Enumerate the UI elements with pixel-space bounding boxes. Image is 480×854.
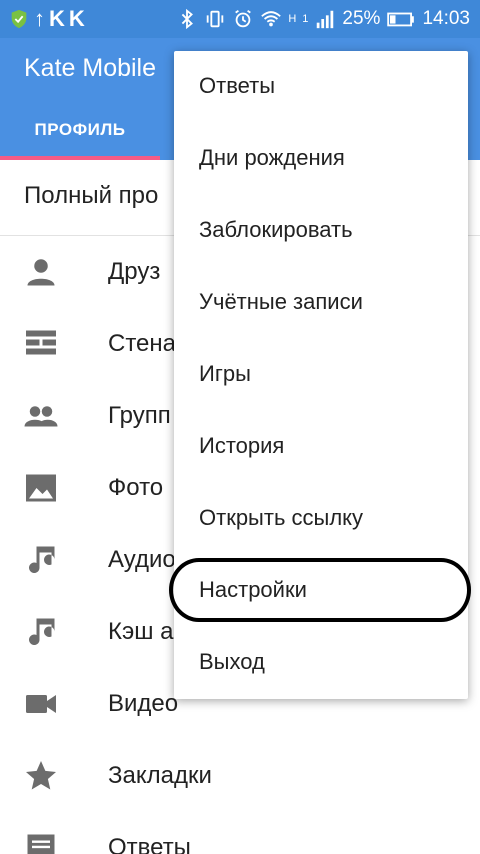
list-item-bookmarks[interactable]: Закладки <box>0 740 480 812</box>
status-bar: ↑ K K H 1 25% 14:03 <box>0 0 480 38</box>
menu-item-exit[interactable]: Выход <box>174 627 468 699</box>
list-item-label: Друз <box>108 258 161 285</box>
wall-icon <box>23 326 59 362</box>
list-item-replies[interactable]: Ответы <box>0 812 480 854</box>
photo-icon <box>23 470 59 506</box>
status-left: ↑ K K <box>8 6 85 32</box>
menu-item-label: Открыть ссылку <box>199 505 364 530</box>
network-type: H <box>288 13 297 25</box>
battery-percent: 25% <box>342 8 381 29</box>
profile-title: Полный про <box>24 182 159 209</box>
person-icon <box>23 254 59 290</box>
tab-profile[interactable]: ПРОФИЛЬ <box>0 108 160 160</box>
music-icon <box>23 542 59 578</box>
menu-item-label: Учётные записи <box>199 289 363 314</box>
list-item-label: Закладки <box>108 762 212 789</box>
kate-icon-2: K <box>68 6 85 31</box>
list-item-label: Видео <box>108 690 179 717</box>
menu-item-games[interactable]: Игры <box>174 339 468 411</box>
music-icon <box>23 614 59 650</box>
overflow-menu: Ответы Дни рождения Заблокировать Учётны… <box>174 51 468 699</box>
group-icon <box>23 398 59 434</box>
sim-slot: 1 <box>302 13 309 25</box>
menu-item-label: Дни рождения <box>199 145 345 170</box>
tab-profile-label: ПРОФИЛЬ <box>34 120 126 139</box>
menu-item-label: Выход <box>199 649 265 674</box>
list-item-label: Фото <box>108 474 164 501</box>
signal-icon <box>317 10 334 29</box>
app-title: Kate Mobile <box>24 54 157 82</box>
list-item-label: Стена <box>108 330 177 357</box>
menu-item-label: Настройки <box>199 577 307 602</box>
list-item-label: Групп <box>108 402 171 429</box>
bluetooth-icon <box>182 8 194 30</box>
menu-item-replies[interactable]: Ответы <box>174 51 468 123</box>
menu-item-history[interactable]: История <box>174 411 468 483</box>
upload-icon: ↑ <box>34 6 45 31</box>
menu-item-label: Заблокировать <box>199 217 353 242</box>
menu-item-label: Ответы <box>199 73 276 98</box>
menu-item-accounts[interactable]: Учётные записи <box>174 267 468 339</box>
clock: 14:03 <box>422 8 470 29</box>
status-right: H 1 25% 14:03 <box>176 6 470 32</box>
menu-item-label: Игры <box>199 361 251 386</box>
menu-item-block[interactable]: Заблокировать <box>174 195 468 267</box>
star-icon <box>23 758 59 794</box>
comment-icon <box>23 830 59 854</box>
battery-icon <box>387 12 415 27</box>
wifi-icon <box>261 11 282 27</box>
alarm-icon <box>235 9 252 28</box>
list-item-label: Аудио <box>108 546 176 573</box>
list-item-label: Ответы <box>108 834 191 854</box>
menu-item-birthdays[interactable]: Дни рождения <box>174 123 468 195</box>
kate-icon: K <box>49 6 65 31</box>
shield-icon <box>11 9 27 29</box>
list-item-label: Кэш а <box>108 618 174 645</box>
menu-item-settings[interactable]: Настройки <box>174 555 468 627</box>
video-icon <box>23 686 59 722</box>
menu-item-label: История <box>199 433 285 458</box>
vibrate-icon <box>207 10 224 28</box>
menu-item-open-link[interactable]: Открыть ссылку <box>174 483 468 555</box>
